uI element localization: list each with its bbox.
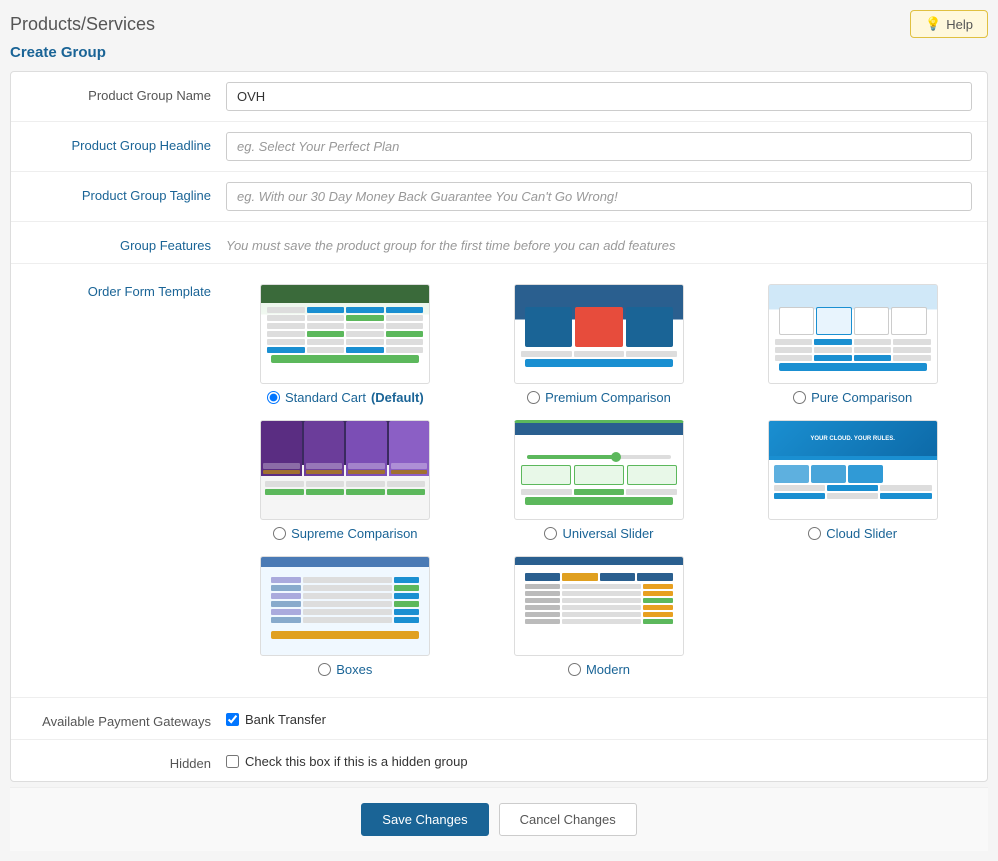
template-item-boxes: Boxes — [226, 556, 465, 677]
bank-transfer-label: Bank Transfer — [245, 712, 326, 727]
template-grid: Standard Cart (Default) — [226, 274, 972, 687]
template-item-premium: Premium Comparison — [480, 284, 719, 405]
template-name-premium: Premium Comparison — [545, 390, 671, 405]
template-radio-universal[interactable] — [544, 527, 557, 540]
template-item-universal: Universal Slider — [480, 420, 719, 541]
bank-transfer-gateway: Bank Transfer — [226, 708, 972, 727]
bank-transfer-checkbox[interactable] — [226, 713, 239, 726]
template-radio-pure[interactable] — [793, 391, 806, 404]
help-button[interactable]: 💡 Help — [910, 10, 988, 38]
product-group-headline-field — [226, 132, 972, 161]
save-button[interactable]: Save Changes — [361, 803, 488, 836]
template-label-boxes[interactable]: Boxes — [318, 662, 372, 677]
product-group-headline-label: Product Group Headline — [26, 132, 226, 153]
group-features-label: Group Features — [26, 232, 226, 253]
template-label-standard[interactable]: Standard Cart (Default) — [267, 390, 424, 405]
group-features-field: You must save the product group for the … — [226, 232, 972, 253]
template-label-modern[interactable]: Modern — [568, 662, 630, 677]
template-item-pure: Pure Comparison — [733, 284, 972, 405]
product-group-headline-row: Product Group Headline — [11, 122, 987, 172]
template-item-supreme: Supreme Comparison — [226, 420, 465, 541]
product-group-headline-input[interactable] — [226, 132, 972, 161]
template-name-modern: Modern — [586, 662, 630, 677]
template-thumb-standard[interactable] — [260, 284, 430, 384]
template-thumb-supreme[interactable] — [260, 420, 430, 520]
hidden-checkbox-row: Check this box if this is a hidden group — [226, 750, 972, 769]
cancel-button[interactable]: Cancel Changes — [499, 803, 637, 836]
template-name-cloud: Cloud Slider — [826, 526, 897, 541]
hidden-checkbox-label: Check this box if this is a hidden group — [245, 754, 468, 769]
payment-gateways-field: Bank Transfer — [226, 708, 972, 727]
template-name-boxes: Boxes — [336, 662, 372, 677]
sub-title: Create Group — [10, 44, 988, 61]
template-thumb-modern[interactable] — [514, 556, 684, 656]
template-radio-modern[interactable] — [568, 663, 581, 676]
order-form-template-field: Standard Cart (Default) — [226, 274, 972, 687]
template-name-universal: Universal Slider — [562, 526, 653, 541]
product-group-name-label: Product Group Name — [26, 82, 226, 103]
product-group-name-input[interactable] — [226, 82, 972, 111]
template-label-pure[interactable]: Pure Comparison — [793, 390, 912, 405]
product-group-name-field — [226, 82, 972, 111]
template-name-pure: Pure Comparison — [811, 390, 912, 405]
help-icon: 💡 — [925, 16, 941, 32]
order-form-template-label: Order Form Template — [26, 274, 226, 299]
hidden-checkbox[interactable] — [226, 755, 239, 768]
template-item-modern: Modern — [480, 556, 719, 677]
template-thumb-premium[interactable] — [514, 284, 684, 384]
template-default-tag: (Default) — [371, 390, 424, 405]
payment-gateways-label: Available Payment Gateways — [26, 708, 226, 729]
template-name-standard: Standard Cart — [285, 390, 366, 405]
template-item-cloud: YOUR CLOUD. YOUR RULES. — [733, 420, 972, 541]
template-item-standard: Standard Cart (Default) — [226, 284, 465, 405]
product-group-tagline-label: Product Group Tagline — [26, 182, 226, 203]
product-group-name-row: Product Group Name — [11, 72, 987, 122]
hidden-label: Hidden — [26, 750, 226, 771]
group-features-row: Group Features You must save the product… — [11, 222, 987, 264]
template-radio-supreme[interactable] — [273, 527, 286, 540]
form-container: Product Group Name Product Group Headlin… — [10, 71, 988, 782]
template-label-universal[interactable]: Universal Slider — [544, 526, 653, 541]
page-title: Products/Services — [10, 14, 155, 35]
order-form-template-row: Order Form Template — [11, 264, 987, 698]
template-name-supreme: Supreme Comparison — [291, 526, 417, 541]
template-label-cloud[interactable]: Cloud Slider — [808, 526, 897, 541]
template-radio-boxes[interactable] — [318, 663, 331, 676]
template-radio-premium[interactable] — [527, 391, 540, 404]
product-group-tagline-input[interactable] — [226, 182, 972, 211]
template-label-premium[interactable]: Premium Comparison — [527, 390, 671, 405]
template-label-supreme[interactable]: Supreme Comparison — [273, 526, 417, 541]
payment-gateways-row: Available Payment Gateways Bank Transfer — [11, 698, 987, 740]
help-label: Help — [946, 17, 973, 32]
template-radio-standard[interactable] — [267, 391, 280, 404]
template-radio-cloud[interactable] — [808, 527, 821, 540]
template-thumb-pure[interactable] — [768, 284, 938, 384]
group-features-notice: You must save the product group for the … — [226, 232, 972, 253]
cloud-header-text: YOUR CLOUD. YOUR RULES. — [810, 436, 895, 442]
template-thumb-cloud[interactable]: YOUR CLOUD. YOUR RULES. — [768, 420, 938, 520]
button-row: Save Changes Cancel Changes — [10, 787, 988, 851]
page-header: Products/Services 💡 Help — [10, 10, 988, 38]
template-thumb-universal[interactable] — [514, 420, 684, 520]
hidden-row: Hidden Check this box if this is a hidde… — [11, 740, 987, 781]
hidden-field: Check this box if this is a hidden group — [226, 750, 972, 769]
template-thumb-boxes[interactable] — [260, 556, 430, 656]
product-group-tagline-field — [226, 182, 972, 211]
product-group-tagline-row: Product Group Tagline — [11, 172, 987, 222]
